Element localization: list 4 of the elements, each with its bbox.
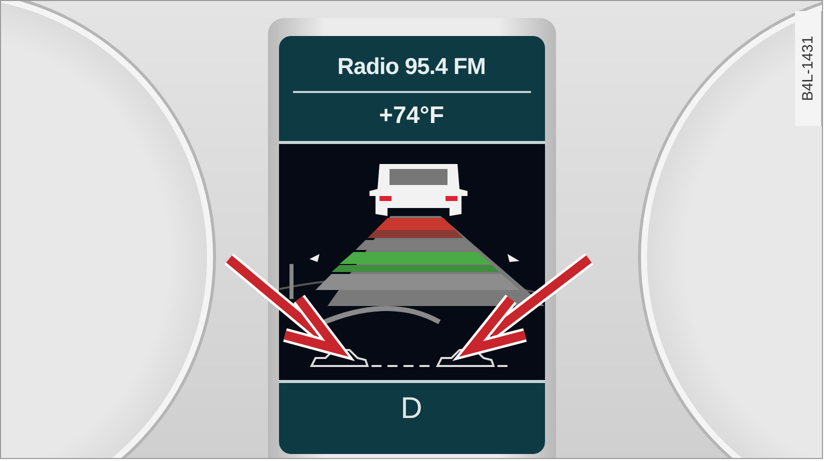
radio-station-text: Radio 95.4 FM	[336, 53, 487, 81]
temperature-text: +74°F	[378, 101, 445, 131]
figure-code-text: B4L-1431	[795, 11, 822, 126]
gear-indicator-text: D	[400, 391, 424, 427]
